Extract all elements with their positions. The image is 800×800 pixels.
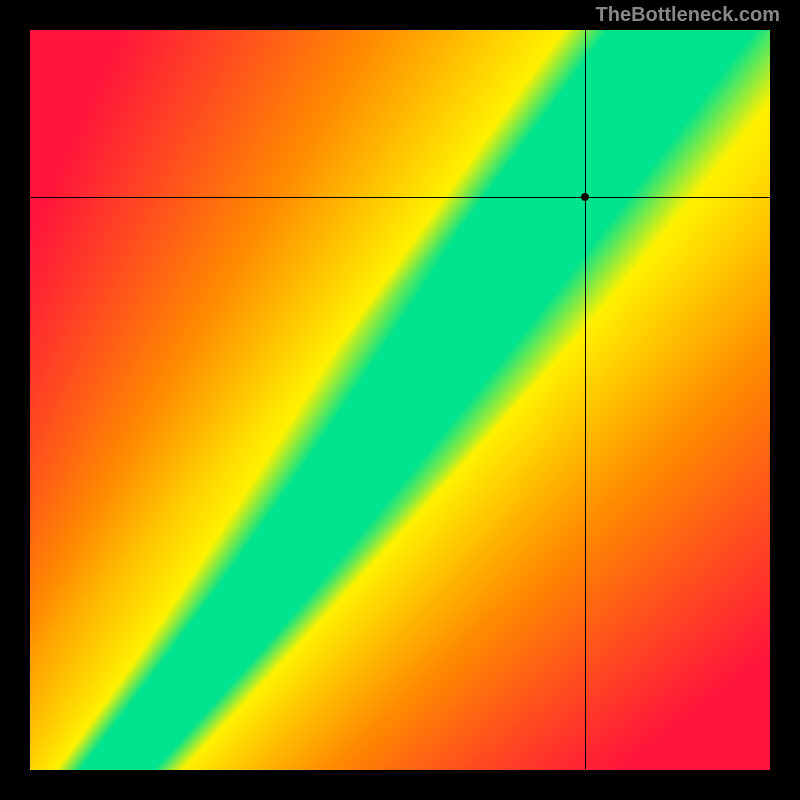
bottleneck-heatmap (30, 30, 770, 770)
watermark-text: TheBottleneck.com (596, 4, 780, 27)
heatmap-canvas (30, 30, 770, 770)
crosshair-vertical (585, 30, 586, 770)
crosshair-marker-dot (581, 193, 589, 201)
crosshair-horizontal (30, 197, 770, 198)
